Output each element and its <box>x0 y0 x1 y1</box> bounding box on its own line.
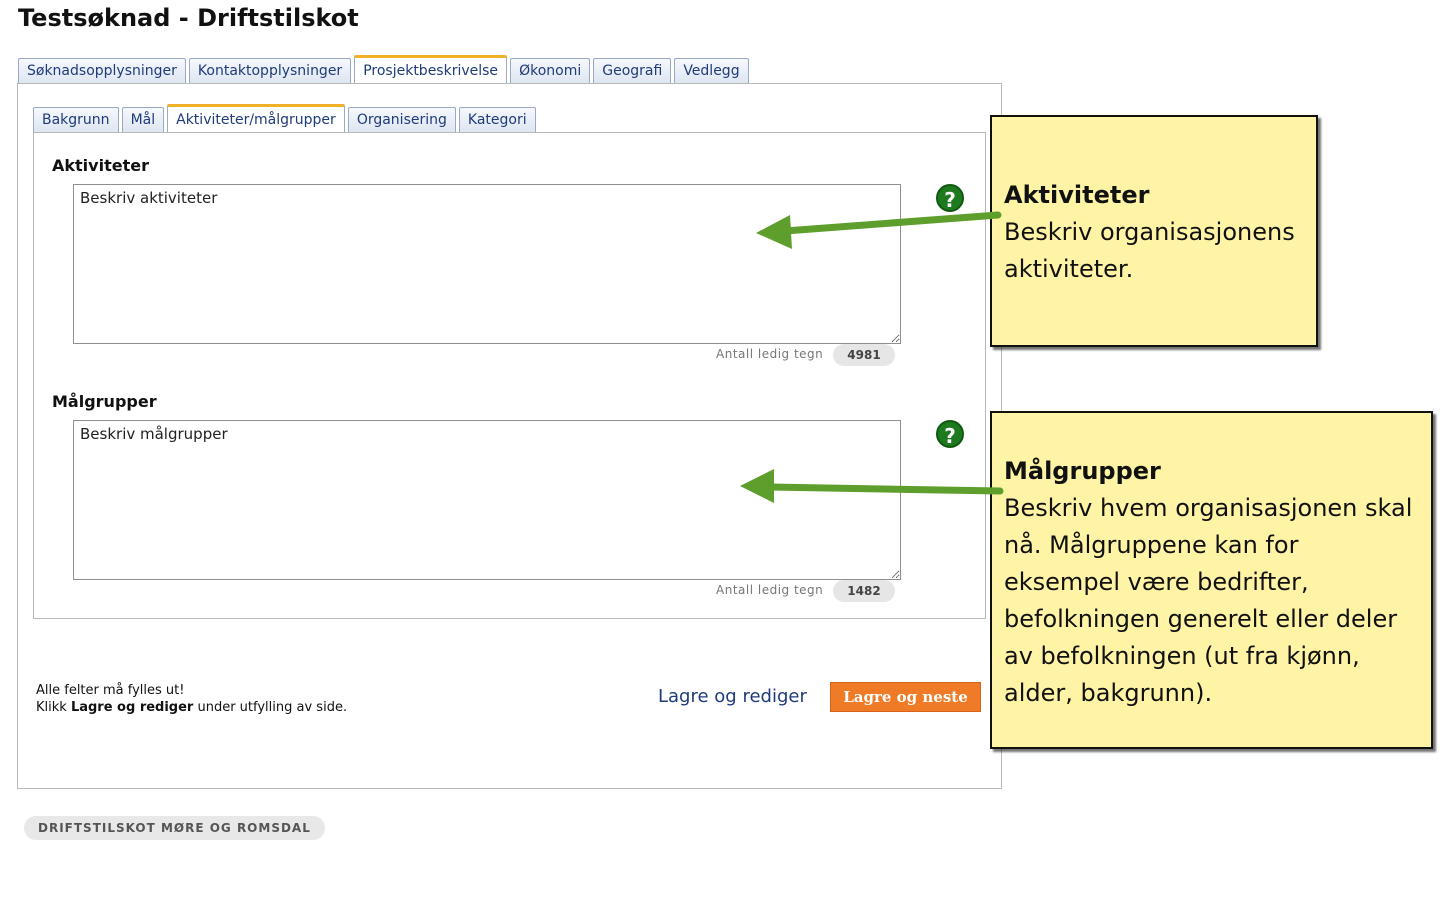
target-groups-chars-left-label: Antall ledig tegn <box>716 583 824 597</box>
target-groups-callout-line: nå. Målgruppene kan for <box>1004 531 1299 559</box>
target-groups-callout-line: befolkningen generelt eller deler <box>1004 605 1398 633</box>
save-and-edit-link[interactable]: Lagre og rediger <box>658 686 807 707</box>
instruction-bold: Lagre og rediger <box>70 700 194 715</box>
main-tab-bar: Søknadsopplysninger Kontaktopplysninger … <box>18 55 752 84</box>
target-groups-callout-line: av befolkningen (ut fra kjønn, <box>1004 642 1360 670</box>
target-groups-callout-line: alder, bakgrunn). <box>1004 679 1213 707</box>
target-groups-callout-title: Målgrupper <box>1004 457 1161 485</box>
tab-vedlegg[interactable]: Vedlegg <box>674 58 749 84</box>
tab-geografi[interactable]: Geografi <box>593 58 672 84</box>
activities-callout-title: Aktiviteter <box>1004 181 1150 209</box>
activities-chars-left-label: Antall ledig tegn <box>716 347 824 361</box>
footer-program-badge: DRIFTSTILSKOT MØRE OG ROMSDAL <box>24 816 325 840</box>
save-instruction-line: Klikk Lagre og rediger under utfylling a… <box>36 699 347 716</box>
subtab-organisering[interactable]: Organisering <box>347 107 456 133</box>
tab-prosjektbeskrivelse[interactable]: Prosjektbeskrivelse <box>354 55 508 84</box>
target-groups-textarea[interactable]: Beskriv målgrupper <box>73 420 901 580</box>
target-groups-callout-line: Beskriv hvem organisasjonen skal <box>1004 494 1413 522</box>
save-and-next-button[interactable]: Lagre og neste <box>830 682 981 712</box>
page-title: Testsøknad - Driftstilskot <box>18 4 359 32</box>
activities-callout-line: aktiviteter. <box>1004 255 1134 283</box>
target-groups-help-icon[interactable]: ? <box>936 420 964 448</box>
target-groups-callout-line: eksempel være bedrifter, <box>1004 568 1309 596</box>
required-fields-line: Alle felter må fylles ut! <box>36 683 185 698</box>
activities-label: Aktiviteter <box>52 156 149 175</box>
activities-callout: Aktiviteter Beskriv organisasjonens akti… <box>990 115 1318 347</box>
subtab-aktiviteter-malgrupper[interactable]: Aktiviteter/målgrupper <box>167 104 345 133</box>
tab-kontaktopplysninger[interactable]: Kontaktopplysninger <box>188 58 352 84</box>
instruction-suffix: under utfylling av side. <box>193 700 348 715</box>
instruction-prefix: Klikk <box>36 700 71 715</box>
tab-soknadsopplysninger[interactable]: Søknadsopplysninger <box>18 58 186 84</box>
activities-chars-left-badge: 4981 <box>833 344 895 366</box>
target-groups-callout: Målgrupper Beskriv hvem organisasjonen s… <box>990 411 1433 749</box>
required-fields-note: Alle felter må fylles ut! Klikk Lagre og… <box>36 682 347 716</box>
activities-callout-line: Beskriv organisasjonens <box>1004 218 1295 246</box>
sub-tab-bar: Bakgrunn Mål Aktiviteter/målgrupper Orga… <box>33 104 539 133</box>
activities-textarea[interactable]: Beskriv aktiviteter <box>73 184 901 344</box>
target-groups-chars-left-badge: 1482 <box>833 580 895 602</box>
tab-okonomi[interactable]: Økonomi <box>510 58 591 84</box>
subtab-bakgrunn[interactable]: Bakgrunn <box>33 107 119 133</box>
activities-help-icon[interactable]: ? <box>936 184 964 212</box>
subtab-mal[interactable]: Mål <box>121 107 165 133</box>
subtab-kategori[interactable]: Kategori <box>458 107 536 133</box>
target-groups-label: Målgrupper <box>52 392 157 411</box>
